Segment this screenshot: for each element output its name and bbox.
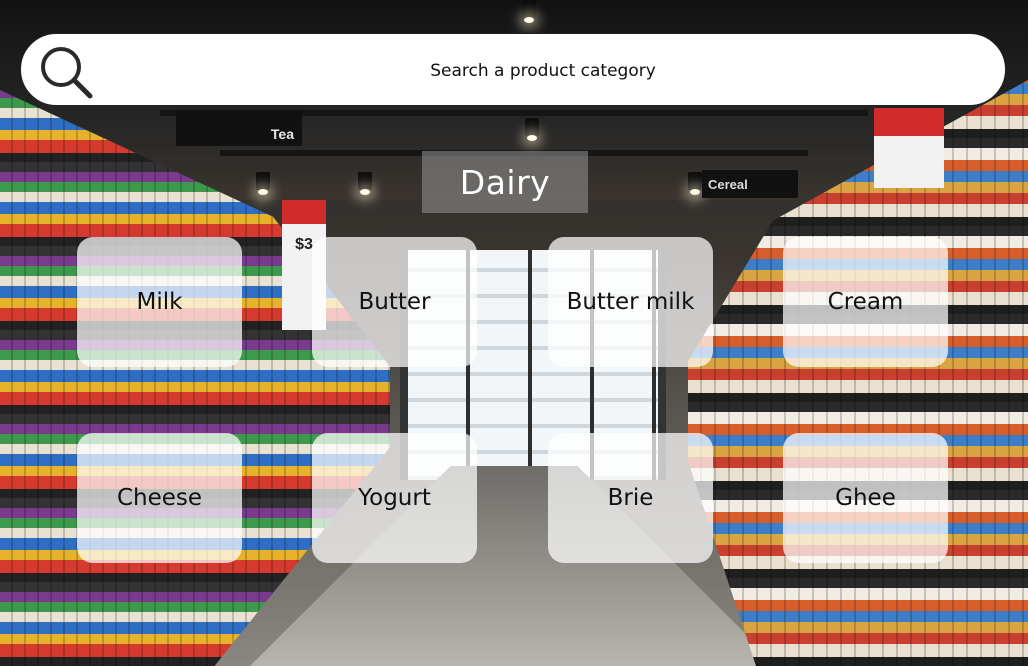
product-tile-brie[interactable]: Brie <box>548 433 713 563</box>
category-title: Dairy <box>422 151 588 213</box>
product-tile-label: Brie <box>607 485 654 511</box>
product-tile-yogurt[interactable]: Yogurt <box>312 433 477 563</box>
product-tile-butter[interactable]: Butter <box>312 237 477 367</box>
product-tile-label: Ghee <box>835 485 896 511</box>
tea-aisle-sign: Tea <box>176 110 302 146</box>
search-input[interactable] <box>111 52 975 90</box>
product-tile-label: Milk <box>136 289 183 315</box>
price-sign-right <box>874 108 944 188</box>
product-tile-cheese[interactable]: Cheese <box>77 433 242 563</box>
ceiling-lamp <box>358 172 372 195</box>
product-tile-label: Cheese <box>116 485 203 511</box>
ceiling-lamp <box>688 172 702 195</box>
product-tile-label: Yogurt <box>358 485 431 511</box>
product-tile-label: Butter <box>358 289 431 315</box>
product-tile-label: Cream <box>827 289 904 315</box>
product-tile-cream[interactable]: Cream <box>783 237 948 367</box>
product-tile-label: Butter milk <box>566 289 695 315</box>
ceiling-lamp <box>256 172 270 195</box>
search-bar[interactable] <box>20 33 1006 106</box>
ceiling-lamp <box>522 0 536 23</box>
product-tile-ghee[interactable]: Ghee <box>783 433 948 563</box>
product-tile-milk[interactable]: Milk <box>77 237 242 367</box>
search-icon[interactable] <box>37 43 93 99</box>
product-tile-butter-milk[interactable]: Butter milk <box>548 237 713 367</box>
ceiling-lamp <box>525 118 539 141</box>
cereal-aisle-sign: Cereal <box>702 170 798 198</box>
